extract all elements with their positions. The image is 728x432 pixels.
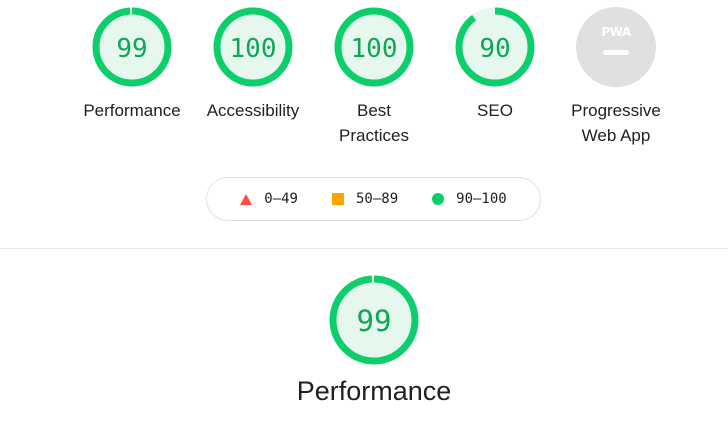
best-practices-gauge[interactable]: 100 Best Practices	[314, 6, 434, 148]
legend-average-range: 50–89	[355, 191, 399, 207]
performance-detail-score-ring: 99	[329, 275, 419, 365]
section-divider	[0, 248, 728, 249]
pwa-badge-icon: PWA	[576, 7, 656, 87]
best-practices-score: 100	[351, 34, 398, 64]
circle-icon	[432, 193, 445, 205]
pwa-badge-text: PWA	[601, 25, 631, 39]
performance-score: 99	[116, 34, 147, 64]
score-scale-legend: 0–49 50–89 90–100	[206, 177, 541, 221]
legend-fail-range: 0–49	[264, 191, 298, 207]
seo-score: 90	[479, 34, 510, 64]
accessibility-gauge[interactable]: 100 Accessibility	[193, 6, 313, 123]
accessibility-score-ring: 100	[213, 7, 293, 87]
performance-detail-score: 99	[357, 304, 392, 338]
performance-score-ring: 99	[92, 7, 172, 87]
best-practices-label: Best Practices	[339, 101, 409, 145]
legend-pass: 90–100	[432, 191, 507, 207]
best-practices-score-ring: 100	[334, 7, 414, 87]
performance-detail-gauge: 99 Performance	[297, 274, 451, 408]
pwa-gauge[interactable]: PWA Progressive Web App	[556, 6, 676, 148]
triangle-icon	[240, 193, 253, 205]
square-icon	[331, 193, 344, 205]
accessibility-label: Accessibility	[206, 101, 300, 120]
category-gauges: 99 Performance 100 Accessibility 100 Bes…	[0, 0, 728, 160]
legend-pass-range: 90–100	[456, 191, 507, 207]
legend-average: 50–89	[331, 191, 399, 207]
accessibility-score: 100	[230, 34, 277, 64]
performance-label: Performance	[83, 101, 181, 120]
seo-gauge[interactable]: 90 SEO	[435, 6, 555, 123]
performance-detail-title: Performance	[296, 376, 452, 406]
performance-gauge[interactable]: 99 Performance	[72, 6, 192, 123]
seo-score-ring: 90	[455, 7, 535, 87]
seo-label: SEO	[477, 101, 513, 120]
legend-fail: 0–49	[240, 191, 298, 207]
pwa-label: Progressive Web App	[571, 101, 661, 145]
